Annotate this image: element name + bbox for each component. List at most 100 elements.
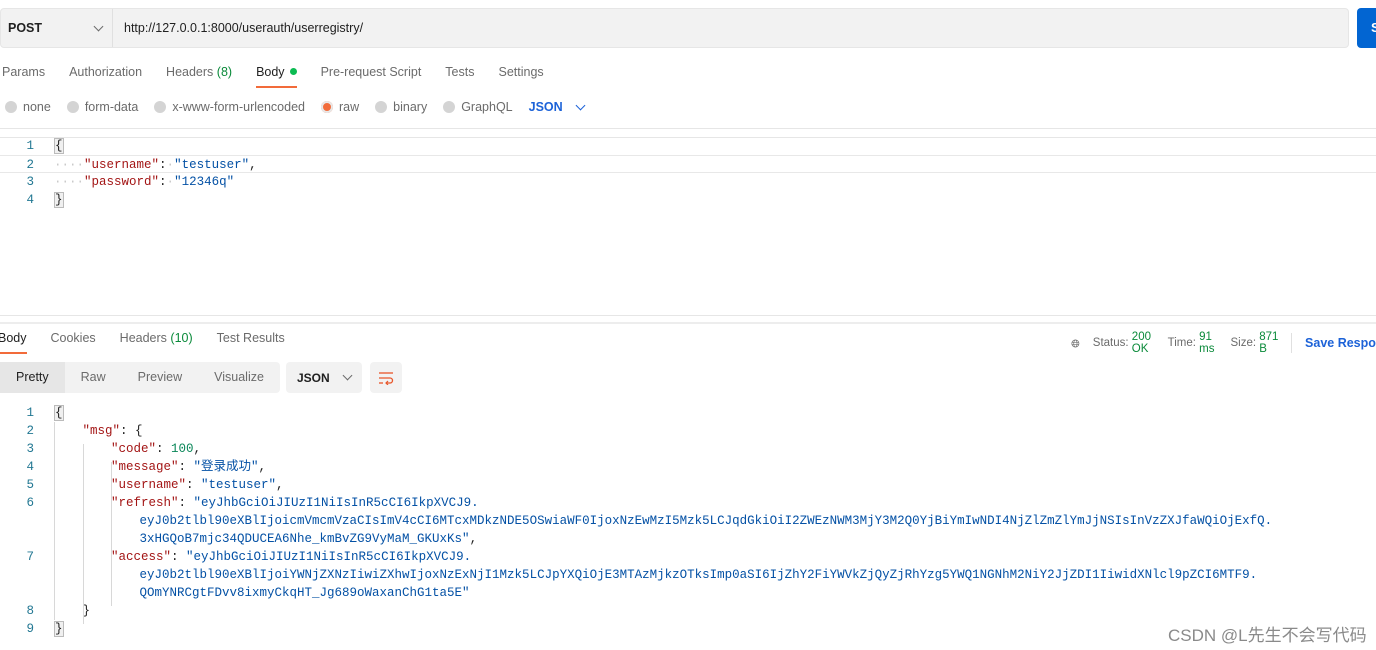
code-line: 3 "code": 100,: [0, 440, 1376, 458]
radio-raw[interactable]: raw: [321, 100, 359, 114]
code-token: "testuser": [201, 478, 277, 492]
wrap-lines-button[interactable]: [370, 362, 402, 393]
code-token: "message": [111, 460, 179, 474]
code-token: :: [159, 175, 167, 189]
code-token: ····: [54, 158, 85, 172]
code-token: ,: [249, 158, 257, 172]
radio-x-www-form-urlencoded[interactable]: x-www-form-urlencoded: [154, 100, 305, 114]
code-token: 100: [171, 442, 194, 456]
watermark: CSDN @L先生不会写代码: [1168, 626, 1367, 645]
radio-circle-icon: [321, 101, 333, 113]
indent-guide: [54, 422, 55, 620]
code-token: eyJ0b2tlbl90eXBlIjoiYWNjZXNzIiwiZXhwIjox…: [139, 568, 1258, 582]
response-body-viewer[interactable]: 1{2 "msg": {3 "code": 100, 4 "message": "登录成…: [0, 404, 1376, 638]
radio-label: x-www-form-urlencoded: [172, 100, 305, 114]
view-visualize[interactable]: Visualize: [198, 362, 280, 393]
code-text: eyJ0b2tlbl90eXBlIjoicmVmcmVzaCIsImV4cCI6…: [140, 512, 1273, 530]
tab-body[interactable]: Body: [0, 324, 27, 354]
radio-circle-icon: [443, 101, 456, 113]
code-line: 3 ····"password":·"12346q": [0, 173, 1376, 191]
size-label: Size:: [1230, 337, 1257, 349]
code-line: QOmYNRCgtFDvv8ixmyCkqHT_Jg689oWaxanChG1t…: [0, 584, 1376, 602]
code-token: ,: [193, 442, 202, 456]
tab-body[interactable]: Body: [256, 58, 297, 88]
time-label: Time:: [1167, 337, 1196, 349]
tab-label: Params: [2, 65, 46, 79]
code-token: {: [54, 138, 64, 154]
line-number: 1: [26, 139, 34, 153]
wrap-lines-icon: [379, 371, 394, 385]
divider: [0, 315, 1376, 316]
save-response-button[interactable]: Save Response: [1305, 336, 1376, 350]
code-line: 5 "username": "testuser",: [0, 476, 1376, 494]
tab-authorization[interactable]: Authorization: [69, 58, 142, 86]
code-token: :: [178, 496, 194, 510]
code-text: "username": "testuser",: [111, 476, 284, 494]
code-token: "refresh": [111, 496, 179, 510]
code-text: "message": "登录成功",: [111, 458, 266, 476]
code-text: ····"username":·"testuser",: [54, 156, 257, 174]
view-pretty[interactable]: Pretty: [0, 362, 65, 393]
radio-binary[interactable]: binary: [375, 100, 427, 114]
code-token: "password": [84, 175, 160, 189]
code-token: QOmYNRCgtFDvv8ixmyCkqHT_Jg689oWaxanChG1t…: [139, 586, 470, 600]
url-input[interactable]: http://127.0.0.1:8000/userauth/userregis…: [113, 21, 363, 35]
code-token: "eyJhbGciOiJIUzI1NiIsInR5cCI6IkpXVCJ9.: [186, 550, 472, 564]
line-number: 1: [26, 406, 34, 420]
tab-label: Headers: [166, 65, 214, 79]
code-token: :: [186, 478, 202, 492]
code-line: 3xHGQoB7mjc34QDUCEA6Nhe_kmBvZG9VyMaM_GKU…: [0, 530, 1376, 548]
code-line: eyJ0b2tlbl90eXBlIjoiYWNjZXNzIiwiZXhwIjox…: [0, 566, 1376, 584]
radio-GraphQL[interactable]: GraphQL: [443, 100, 513, 114]
tab-tests[interactable]: Tests: [445, 58, 474, 86]
code-token: "code": [111, 442, 157, 456]
tab-count: (10): [170, 331, 193, 345]
tab-test-results[interactable]: Test Results: [217, 324, 285, 352]
code-token: 3xHGQoB7mjc34QDUCEA6Nhe_kmBvZG9VyMaM_GKU…: [139, 532, 470, 546]
globe-icon[interactable]: [1071, 336, 1080, 351]
line-number: 2: [26, 158, 34, 172]
method-select[interactable]: POST: [1, 9, 113, 47]
code-token: : {: [120, 424, 143, 438]
line-number: 2: [26, 424, 34, 438]
response-view-mode: Pretty Raw Preview Visualize: [0, 362, 280, 393]
code-token: ·: [166, 175, 175, 189]
code-token: ,: [276, 478, 284, 492]
response-format-select[interactable]: JSON: [286, 362, 362, 393]
tab-pre-request-script[interactable]: Pre-request Script: [321, 58, 422, 86]
tab-params[interactable]: Params: [2, 58, 45, 86]
chevron-down-icon: [575, 100, 586, 110]
line-number: 7: [26, 550, 34, 564]
tab-label: Authorization: [69, 65, 143, 79]
view-raw[interactable]: Raw: [65, 362, 122, 393]
body-format-select[interactable]: JSON: [529, 100, 586, 114]
tab-label: Cookies: [50, 331, 96, 345]
tab-cookies[interactable]: Cookies: [51, 324, 96, 352]
tab-headers[interactable]: Headers (8): [166, 58, 232, 86]
code-line: 4}: [0, 191, 1376, 209]
code-token: ····: [54, 175, 85, 189]
format-value: JSON: [297, 370, 330, 385]
radio-none[interactable]: none: [5, 100, 51, 114]
code-token: "access": [111, 550, 172, 564]
chevron-down-icon: [93, 21, 104, 31]
radio-label: none: [23, 100, 51, 114]
tab-settings[interactable]: Settings: [498, 58, 543, 86]
tab-label: Test Results: [216, 331, 285, 345]
code-token: "eyJhbGciOiJIUzI1NiIsInR5cCI6IkpXVCJ9.: [193, 496, 479, 510]
line-number: 3: [26, 442, 34, 456]
code-token: :: [171, 550, 187, 564]
code-token: "testuser": [174, 158, 250, 172]
tab-label: Pre-request Script: [320, 65, 422, 79]
tab-headers[interactable]: Headers (10): [120, 324, 193, 352]
send-button[interactable]: Send: [1357, 8, 1376, 48]
size-value: 871 B: [1259, 331, 1279, 355]
code-token: "12346q": [174, 175, 235, 189]
request-body-editor[interactable]: 1{2 ····"username":·"testuser", 3 ····"pass…: [0, 137, 1376, 209]
radio-form-data[interactable]: form-data: [66, 100, 138, 114]
radio-label: GraphQL: [461, 100, 513, 114]
view-preview[interactable]: Preview: [122, 362, 198, 393]
divider: [0, 128, 1376, 129]
code-text: 3xHGQoB7mjc34QDUCEA6Nhe_kmBvZG9VyMaM_GKU…: [140, 530, 478, 548]
radio-circle-icon: [66, 101, 79, 113]
